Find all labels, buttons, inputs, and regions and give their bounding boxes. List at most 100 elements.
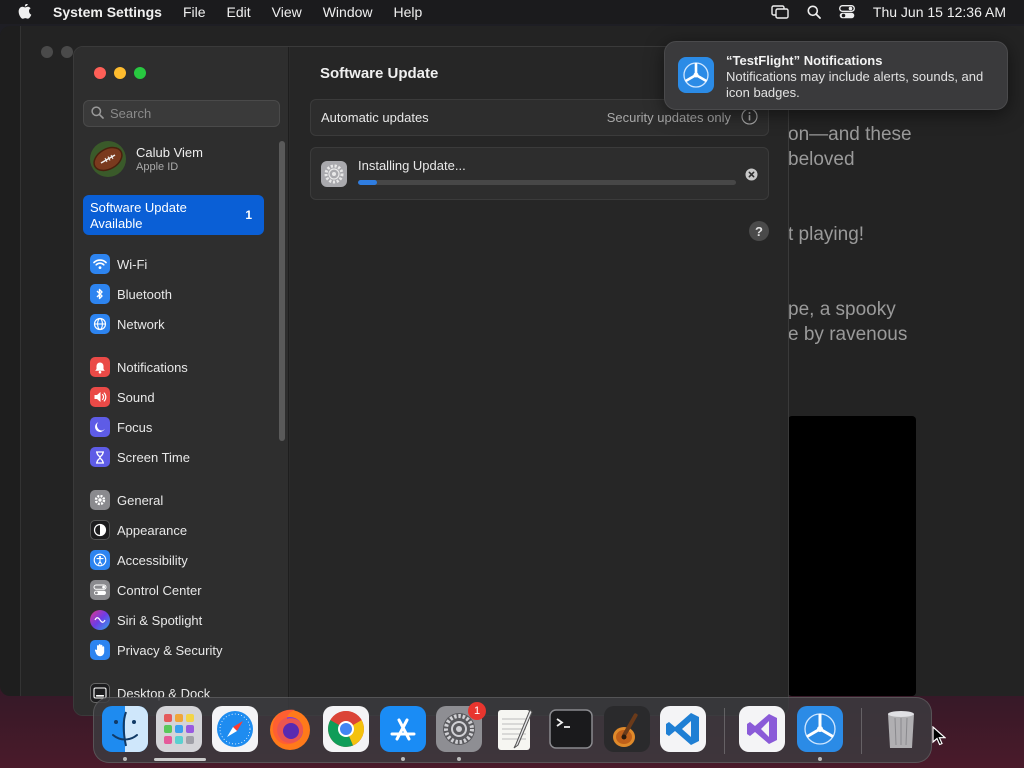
sidebar-item-wifi[interactable]: Wi-Fi <box>90 249 275 279</box>
bell-icon <box>90 357 110 377</box>
siri-icon <box>90 610 110 630</box>
background-article-text: on—and these beloved t playing! pe, a spo… <box>788 122 1024 397</box>
dock-trash-icon[interactable] <box>878 706 924 752</box>
toggles-icon <box>90 580 110 600</box>
menu-clock[interactable]: Thu Jun 15 12:36 AM <box>873 4 1006 20</box>
sidebar-item-focus[interactable]: Focus <box>90 412 275 442</box>
dock-launchpad-indicator <box>154 758 206 761</box>
dock: 1 <box>93 697 932 763</box>
page-title: Software Update <box>320 65 439 82</box>
dock-chrome-icon[interactable] <box>323 706 369 752</box>
sidebar-item-general[interactable]: General <box>90 485 275 515</box>
sidebar-item-software-update[interactable]: Software Update Available 1 <box>83 195 264 235</box>
sidebar-item-siri-spotlight[interactable]: Siri & Spotlight <box>90 605 275 635</box>
dock-separator <box>724 708 725 754</box>
dock-running-indicator <box>123 757 127 761</box>
sidebar-item-label: Wi-Fi <box>117 256 148 272</box>
sidebar-item-label: Siri & Spotlight <box>117 612 203 628</box>
article-fragment: on—and these <box>788 124 912 145</box>
notification-body: Notifications may include alerts, sounds… <box>726 69 984 100</box>
sidebar-item-label: Software Update Available <box>90 200 187 231</box>
search-icon <box>91 105 104 122</box>
sidebar-scrollbar[interactable] <box>279 141 286 441</box>
minimize-window-button[interactable] <box>114 67 126 79</box>
dock-vscode-icon[interactable] <box>660 706 706 752</box>
dock-textedit-icon[interactable] <box>492 706 538 752</box>
sidebar-item-label: Appearance <box>117 522 188 538</box>
background-video-area <box>788 416 916 696</box>
sidebar-scrollbar-thumb[interactable] <box>279 141 285 441</box>
sidebar-item-network[interactable]: Network <box>90 309 275 339</box>
sidebar-item-notifications[interactable]: Notifications <box>90 352 275 382</box>
content-pane: Software Update Automatic updates Securi… <box>290 47 788 715</box>
close-window-button[interactable] <box>94 67 106 79</box>
sidebar-item-privacy-security[interactable]: Privacy & Security <box>90 635 275 665</box>
dock-visual-studio-icon[interactable] <box>739 706 785 752</box>
sidebar: Calub Viem Apple ID Software Update Avai… <box>74 47 289 715</box>
search-input[interactable] <box>110 106 260 121</box>
mouse-cursor <box>932 725 947 749</box>
moon-icon <box>90 417 110 437</box>
dock-launchpad-icon[interactable] <box>156 706 202 752</box>
sidebar-item-label: General <box>117 492 164 508</box>
sidebar-item-label: Network <box>117 316 165 332</box>
hand-icon <box>90 640 110 660</box>
dock-garageband-icon[interactable] <box>604 706 650 752</box>
testflight-notification[interactable]: “TestFlight” Notifications Notifications… <box>664 41 1008 110</box>
avatar <box>90 141 126 177</box>
zoom-window-button[interactable] <box>134 67 146 79</box>
menu-window[interactable]: Window <box>323 4 373 20</box>
article-fragment: t playing! <box>788 224 865 245</box>
accessibility-icon <box>90 550 110 570</box>
dock-firefox-icon[interactable] <box>267 706 313 752</box>
apple-menu-icon[interactable] <box>18 4 36 20</box>
apple-id-profile[interactable]: Calub Viem Apple ID <box>90 141 203 177</box>
article-fragment: beloved <box>788 149 855 170</box>
dock-safari-icon[interactable] <box>212 706 258 752</box>
menu-file[interactable]: File <box>183 4 206 20</box>
install-progress-bar <box>358 180 736 185</box>
sidebar-item-screen-time[interactable]: Screen Time <box>90 442 275 472</box>
menu-help[interactable]: Help <box>394 4 423 20</box>
window-controls <box>94 67 146 79</box>
sidebar-item-sound[interactable]: Sound <box>90 382 275 412</box>
sidebar-item-label: Control Center <box>117 582 202 598</box>
sidebar-search[interactable] <box>83 100 280 127</box>
sidebar-item-accessibility[interactable]: Accessibility <box>90 545 275 575</box>
dock-app-store-icon[interactable] <box>380 706 426 752</box>
spotlight-search-icon[interactable] <box>807 5 821 19</box>
dock-separator <box>861 708 862 754</box>
sidebar-item-label: Screen Time <box>117 449 190 465</box>
help-button[interactable]: ? <box>749 221 769 241</box>
menu-app-name[interactable]: System Settings <box>53 4 162 20</box>
dock-terminal-icon[interactable] <box>548 706 594 752</box>
sidebar-group-network: Wi-Fi Bluetooth Network <box>90 249 275 339</box>
sidebar-item-bluetooth[interactable]: Bluetooth <box>90 279 275 309</box>
cancel-install-button[interactable] <box>745 168 758 184</box>
globe-icon <box>90 314 110 334</box>
dock-finder-icon[interactable] <box>102 706 148 752</box>
testflight-icon <box>678 57 714 96</box>
sidebar-item-label: Privacy & Security <box>117 642 223 658</box>
article-fragment: pe, a spooky <box>788 299 896 320</box>
profile-name: Calub Viem <box>136 145 203 160</box>
menu-edit[interactable]: Edit <box>227 4 251 20</box>
dock-running-indicator <box>818 757 822 761</box>
notification-title: “TestFlight” Notifications <box>726 53 883 68</box>
dock-testflight-icon[interactable] <box>797 706 843 752</box>
article-fragment: e by ravenous <box>788 324 908 345</box>
menu-view[interactable]: View <box>272 4 302 20</box>
dock-running-indicator <box>401 757 405 761</box>
update-count-badge: 1 <box>245 208 252 222</box>
speaker-icon <box>90 387 110 407</box>
control-center-icon[interactable] <box>838 5 855 19</box>
info-icon[interactable] <box>741 107 758 128</box>
screen-mirroring-icon[interactable] <box>771 5 789 19</box>
sidebar-item-appearance[interactable]: Appearance <box>90 515 275 545</box>
sidebar-item-label: Sound <box>117 389 155 405</box>
sidebar-item-control-center[interactable]: Control Center <box>90 575 275 605</box>
sidebar-group-general: General Appearance Accessibility Control… <box>90 485 275 665</box>
automatic-updates-label: Automatic updates <box>321 110 429 125</box>
sidebar-item-label: Accessibility <box>117 552 188 568</box>
install-update-row: Installing Update... <box>310 147 769 200</box>
